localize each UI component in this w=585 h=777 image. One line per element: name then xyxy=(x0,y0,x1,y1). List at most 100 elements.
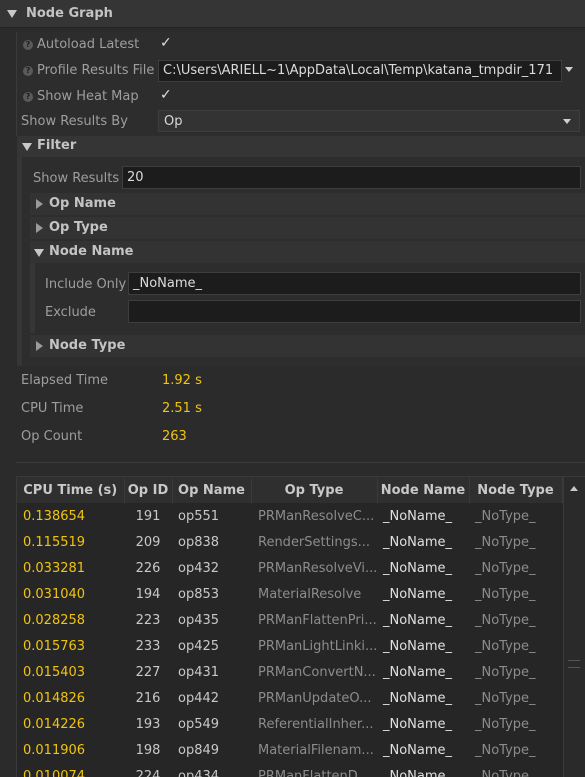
help-icon[interactable]: ? xyxy=(23,66,33,76)
scroll-up-arrow-icon[interactable] xyxy=(570,486,578,491)
table-row[interactable]: 0.031040 194 op853 MaterialResolve _NoName_ _… xyxy=(17,581,562,607)
exclude-label: Exclude xyxy=(45,305,96,320)
cell-cpu-time: 0.115519 xyxy=(23,534,86,550)
expand-arrow-icon xyxy=(36,199,43,209)
profile-results-field[interactable]: C:\Users\ARIELL~1\AppData\Local\Temp\kat… xyxy=(158,60,562,82)
col-header-op-id[interactable]: Op ID xyxy=(124,477,173,503)
table-header-row: CPU Time (s) Op ID Op Name Op Type Node … xyxy=(17,477,563,503)
cell-node-type: _NoType_ xyxy=(475,716,536,732)
collapse-arrow-icon xyxy=(22,143,32,151)
node-type-header[interactable]: Node Type xyxy=(30,335,585,357)
collapse-arrow-icon xyxy=(34,249,44,257)
op-name-header[interactable]: Op Name xyxy=(30,193,585,215)
cell-node-type: _NoType_ xyxy=(475,534,536,550)
node-name-title: Node Name xyxy=(49,244,134,259)
col-header-node-name[interactable]: Node Name xyxy=(377,477,470,503)
cell-op-name: op434 xyxy=(178,768,220,777)
show-results-field[interactable]: 20 xyxy=(122,166,581,189)
col-header-node-type[interactable]: Node Type xyxy=(469,477,563,503)
elapsed-time-label: Elapsed Time xyxy=(21,373,109,388)
cell-node-name: _NoName_ xyxy=(383,768,453,777)
cell-op-id: 233 xyxy=(135,638,161,654)
cell-cpu-time: 0.031040 xyxy=(23,586,86,602)
cell-op-name: op432 xyxy=(178,560,220,576)
dropdown-arrow-icon xyxy=(563,119,571,124)
table-row[interactable]: 0.015763 233 op425 PRManLightLinki... _NoNam… xyxy=(17,633,562,659)
cell-op-name: op838 xyxy=(178,534,220,550)
col-header-op-type[interactable]: Op Type xyxy=(251,477,378,503)
cell-cpu-time: 0.014826 xyxy=(23,690,86,706)
cell-op-name: op551 xyxy=(178,508,220,524)
cell-op-id: 193 xyxy=(135,716,161,732)
cell-op-id: 224 xyxy=(135,768,161,777)
cell-op-id: 209 xyxy=(135,534,161,550)
col-header-op-name[interactable]: Op Name xyxy=(172,477,252,503)
cell-cpu-time: 0.010074 xyxy=(23,768,86,777)
table-row[interactable]: 0.014226 193 op549 ReferentialInher... _NoNa… xyxy=(17,711,562,737)
heat-map-checkbox[interactable]: ✓ xyxy=(160,87,172,103)
autoload-checkbox[interactable]: ✓ xyxy=(160,35,172,51)
op-count-value: 263 xyxy=(162,429,187,444)
node-name-header[interactable]: Node Name xyxy=(30,241,585,263)
cell-op-name: op435 xyxy=(178,612,220,628)
cell-op-name: op849 xyxy=(178,742,220,758)
cell-op-type: RenderSettings... xyxy=(258,534,370,550)
scrollbar-grip[interactable] xyxy=(568,660,580,668)
cell-node-name: _NoName_ xyxy=(383,534,453,550)
table-row[interactable]: 0.115519 209 op838 RenderSettings... _NoName… xyxy=(17,529,562,555)
cell-cpu-time: 0.138654 xyxy=(23,508,86,524)
table-row[interactable]: 0.014826 216 op442 PRManUpdateO... _NoName_ _… xyxy=(17,685,562,711)
exclude-field[interactable] xyxy=(128,300,581,323)
op-type-header[interactable]: Op Type xyxy=(30,217,585,239)
op-count-label: Op Count xyxy=(21,429,83,444)
table-row[interactable]: 0.138654 191 op551 PRManResolveC... _NoName_… xyxy=(17,503,562,529)
cell-op-type: PRManResolveC... xyxy=(258,508,375,524)
heat-map-label: Show Heat Map xyxy=(37,89,139,104)
op-name-title: Op Name xyxy=(49,196,116,211)
cell-op-type: PRManLightLinki... xyxy=(258,638,377,654)
profile-results-label: Profile Results File xyxy=(37,63,155,78)
node-graph-header[interactable]: Node Graph xyxy=(0,0,585,28)
show-results-by-label: Show Results By xyxy=(21,114,128,129)
include-only-label: Include Only xyxy=(45,277,127,292)
show-results-label: Show Results xyxy=(33,171,120,186)
table-row[interactable]: 0.033281 226 op432 PRManResolveVi... _NoName… xyxy=(17,555,562,581)
help-icon[interactable]: ? xyxy=(23,92,33,102)
cell-op-name: op431 xyxy=(178,664,220,680)
include-only-field[interactable]: _NoName_ xyxy=(128,272,581,295)
cell-op-id: 191 xyxy=(135,508,161,524)
autoload-label: Autoload Latest xyxy=(37,37,140,52)
cell-op-name: op442 xyxy=(178,690,220,706)
results-table: CPU Time (s) Op ID Op Name Op Type Node … xyxy=(17,477,563,777)
cell-node-name: _NoName_ xyxy=(383,586,453,602)
cpu-time-value: 2.51 s xyxy=(162,401,202,416)
cell-node-name: _NoName_ xyxy=(383,612,453,628)
show-results-by-select[interactable]: Op xyxy=(158,110,580,132)
cell-op-type: PRManFlattenPri... xyxy=(258,612,377,628)
show-results-by-value: Op xyxy=(164,114,183,129)
cell-node-name: _NoName_ xyxy=(383,560,453,576)
table-row[interactable]: 0.015403 227 op431 PRManConvertN... _NoName_… xyxy=(17,659,562,685)
collapse-arrow-icon xyxy=(7,10,17,18)
filter-header[interactable]: Filter xyxy=(17,136,585,157)
table-row[interactable]: 0.028258 223 op435 PRManFlattenPri... _NoNam… xyxy=(17,607,562,633)
table-row[interactable]: 0.011906 198 op849 MaterialFilenam... _NoNam… xyxy=(17,737,562,763)
cell-cpu-time: 0.028258 xyxy=(23,612,86,628)
cell-node-type: _NoType_ xyxy=(475,664,536,680)
cell-op-id: 223 xyxy=(135,612,161,628)
cell-op-id: 226 xyxy=(135,560,161,576)
cell-node-name: _NoName_ xyxy=(383,664,453,680)
cell-op-name: op425 xyxy=(178,638,220,654)
cell-node-type: _NoType_ xyxy=(475,768,536,777)
cell-op-type: PRManResolveVi... xyxy=(258,560,377,576)
help-icon[interactable]: ? xyxy=(23,40,33,50)
cell-node-type: _NoType_ xyxy=(475,560,536,576)
scrollbar[interactable] xyxy=(563,477,585,777)
cell-node-name: _NoName_ xyxy=(383,508,453,524)
cell-op-type: PRManUpdateO... xyxy=(258,690,372,706)
cell-op-name: op549 xyxy=(178,716,220,732)
table-row[interactable]: 0.010074 224 op434 PRManFlattenD... _NoName_… xyxy=(17,763,562,777)
col-header-cpu-time[interactable]: CPU Time (s) xyxy=(17,477,125,503)
dropdown-arrow-icon[interactable] xyxy=(565,67,573,72)
cell-cpu-time: 0.015403 xyxy=(23,664,86,680)
